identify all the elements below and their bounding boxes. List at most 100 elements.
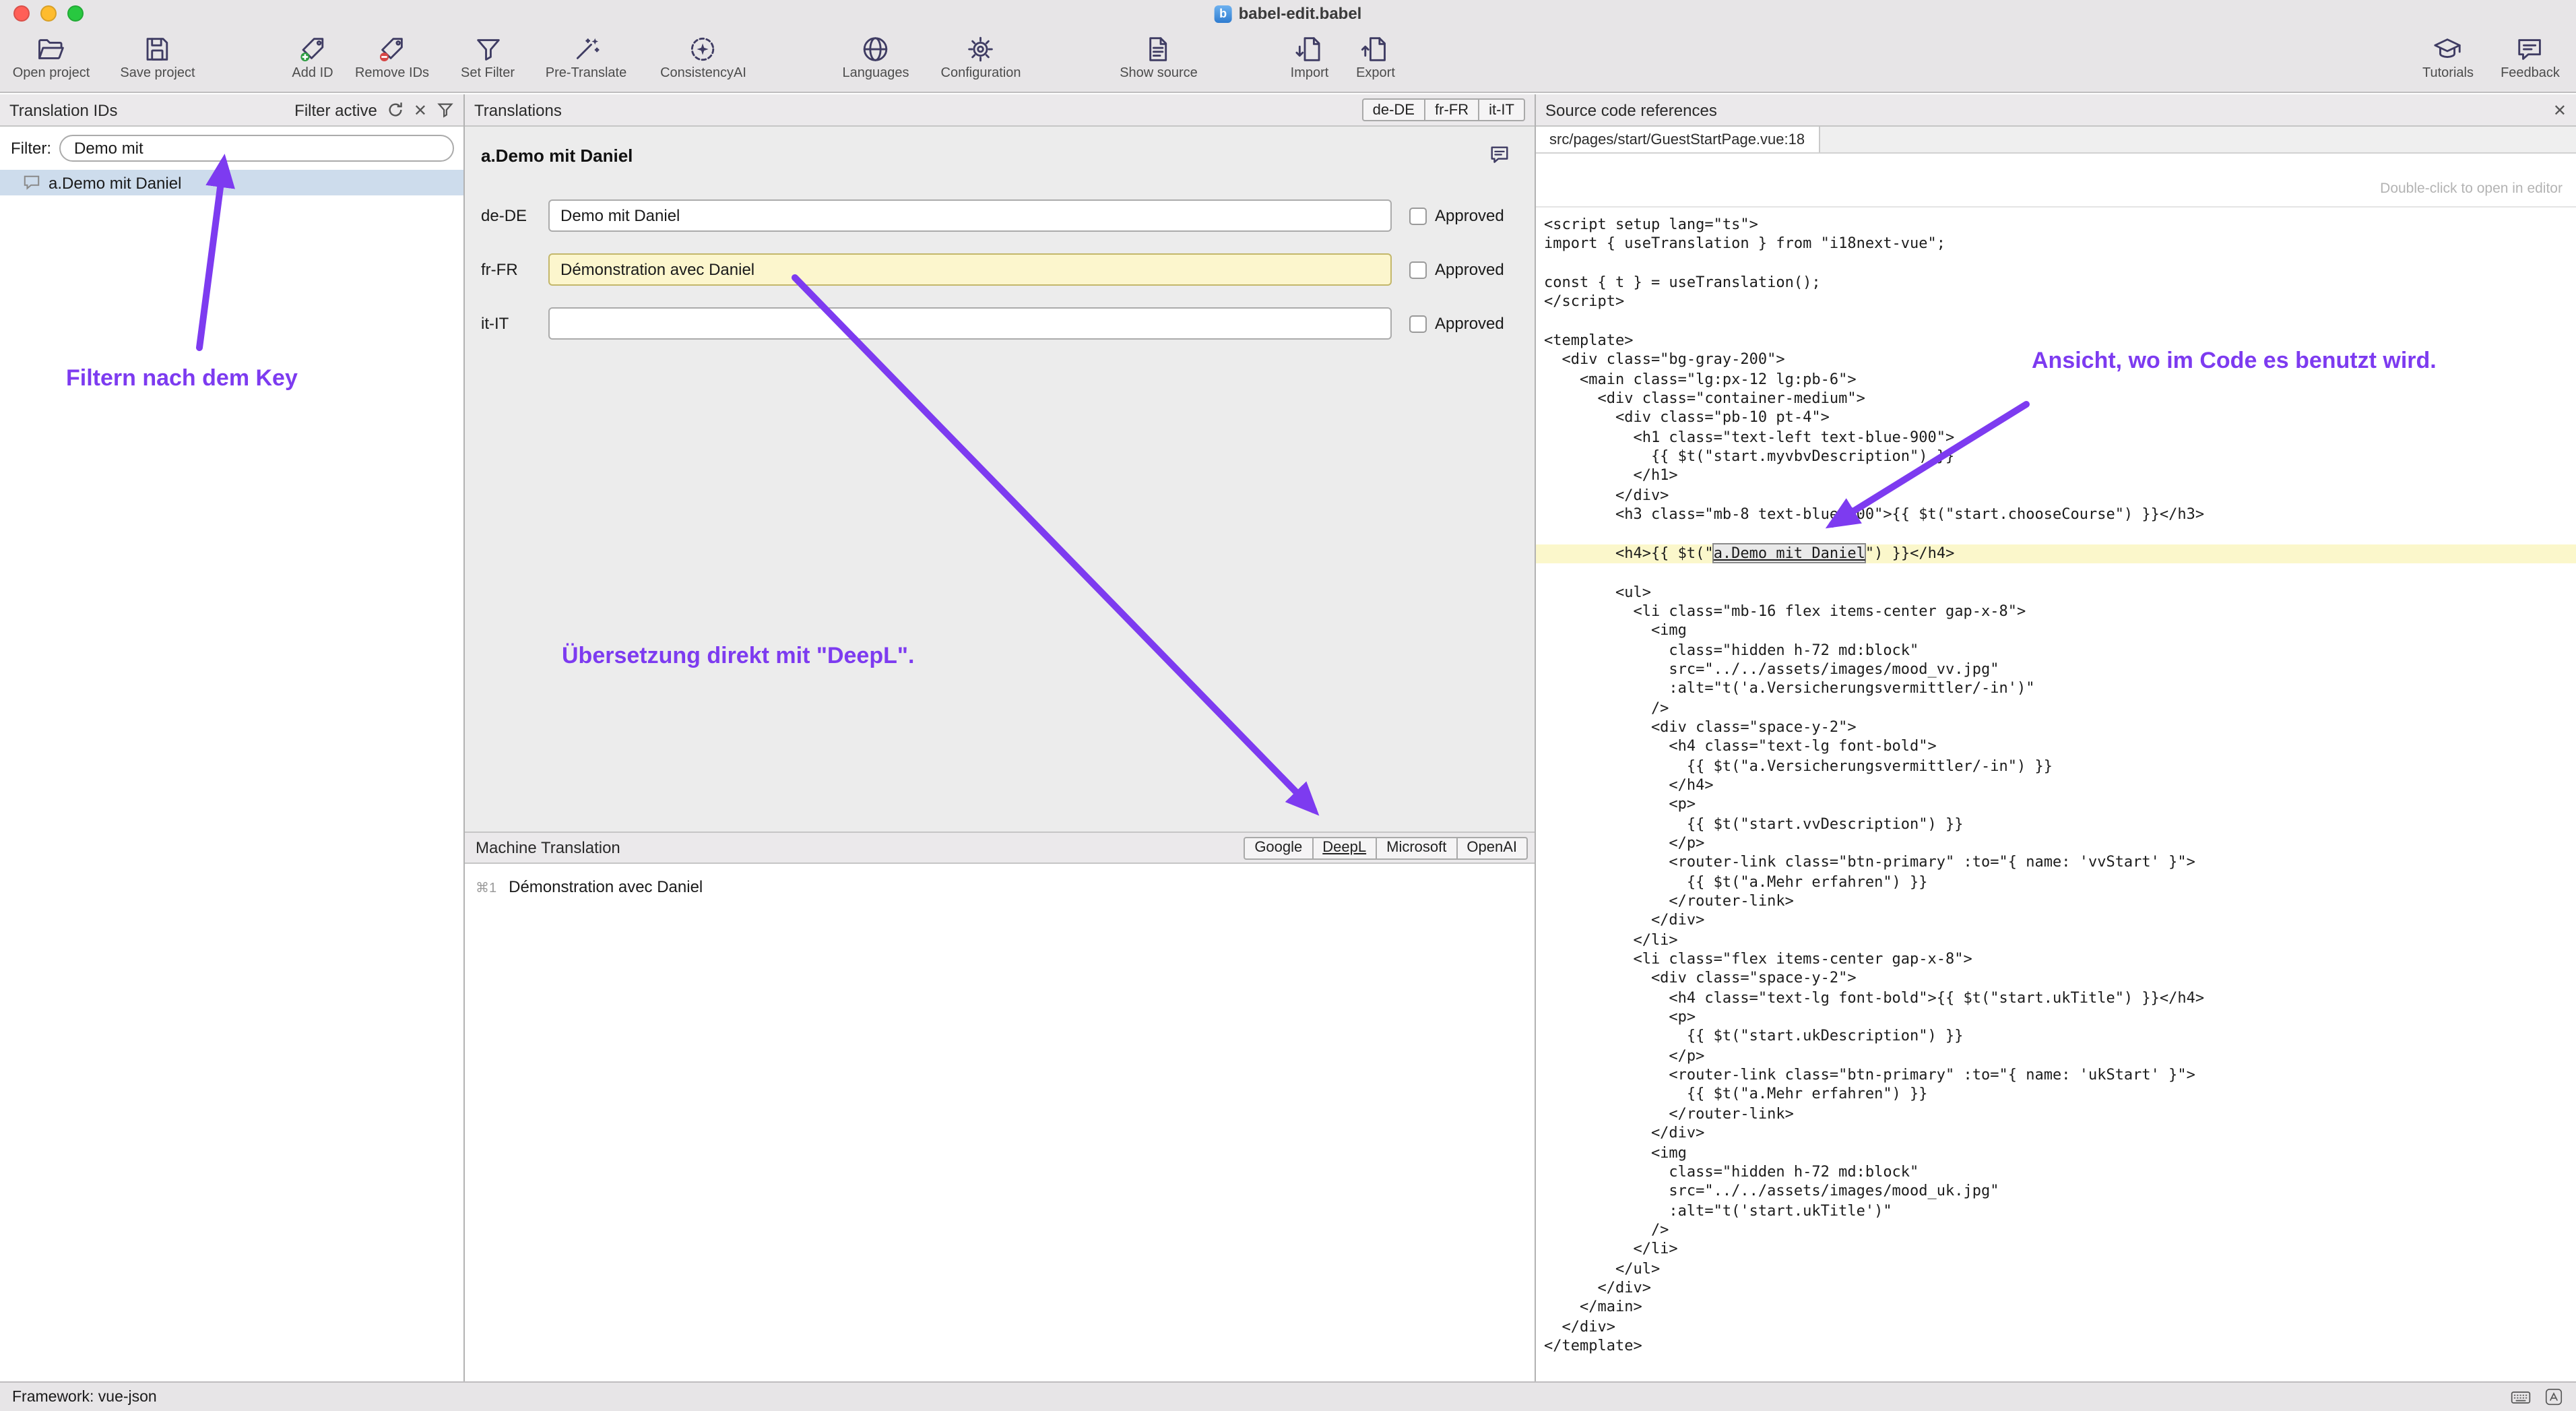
toolbar-label: Show source: [1120, 66, 1198, 81]
zoom-window-button[interactable]: [67, 5, 84, 22]
source-references-header: Source code references ✕: [1536, 94, 2576, 127]
filter-row: Filter:: [11, 135, 454, 162]
filter-active-label: Filter active: [294, 100, 377, 119]
file-reference-bar: src/pages/start/GuestStartPage.vue:18: [1536, 127, 2576, 154]
tag-plus-icon: [297, 34, 328, 65]
export-icon: [1360, 34, 1391, 65]
globe-icon: [860, 34, 891, 65]
annotation-source-note: Ansicht, wo im Code es benutzt wird.: [2032, 348, 2437, 375]
close-window-button[interactable]: [13, 5, 30, 22]
tutorials-button[interactable]: Tutorials: [2422, 34, 2474, 81]
approved-checkbox-fr[interactable]: [1409, 261, 1427, 278]
mt-provider-tabs: Google DeepL Microsoft OpenAI: [1244, 836, 1528, 859]
speech-bubble-icon: [2515, 34, 2546, 65]
entry-title-row: a.Demo mit Daniel: [465, 127, 1535, 166]
translation-input-it[interactable]: [548, 307, 1392, 340]
approved-checkbox-de[interactable]: [1409, 207, 1427, 224]
language-tabs: de-DE fr-FR it-IT: [1362, 98, 1525, 121]
annotation-filter-note: Filtern nach dem Key: [66, 365, 298, 392]
toolbar-label: Add ID: [292, 66, 333, 81]
translations-header: Translations de-DE fr-FR it-IT: [465, 94, 1535, 127]
translations-editor: a.Demo mit Daniel de-DE Approved fr-FR: [465, 127, 1535, 832]
language-tab-it[interactable]: it-IT: [1478, 98, 1525, 121]
app-window: b babel-edit.babel Open project Save pro…: [0, 0, 2576, 1411]
approved-checkbox-it[interactable]: [1409, 315, 1427, 332]
graduation-cap-icon: [2433, 34, 2464, 65]
toolbar-label: ConsistencyAI: [660, 66, 746, 81]
window-title: babel-edit.babel: [1239, 4, 1362, 23]
export-button[interactable]: Export: [1356, 34, 1395, 81]
keyboard-icon[interactable]: [2510, 1386, 2532, 1408]
gear-icon: [965, 34, 996, 65]
consistency-ai-button[interactable]: ConsistencyAI: [660, 34, 746, 81]
toolbar-label: Export: [1356, 66, 1395, 81]
tag-minus-icon: [377, 34, 408, 65]
document-icon: b: [1215, 5, 1232, 22]
sparkle-badge-icon: [688, 34, 719, 65]
toolbar-label: Save project: [120, 66, 195, 81]
id-bubble-icon: [23, 174, 40, 191]
folder-open-icon: [36, 34, 67, 65]
input-source-icon[interactable]: [2544, 1387, 2564, 1407]
open-project-button[interactable]: Open project: [13, 34, 90, 81]
minimize-window-button[interactable]: [40, 5, 57, 22]
configuration-button[interactable]: Configuration: [941, 34, 1021, 81]
mt-provider-microsoft[interactable]: Microsoft: [1376, 836, 1457, 859]
editor-hint: Double-click to open in editor: [2380, 181, 2563, 197]
annotation-deepl-note: Übersetzung direkt mit "DeepL".: [562, 643, 914, 670]
toolbar-label: Tutorials: [2422, 66, 2474, 81]
mt-provider-openai[interactable]: OpenAI: [1456, 836, 1528, 859]
toolbar-label: Pre-Translate: [546, 66, 626, 81]
panel-title: Source code references: [1545, 100, 1717, 119]
highlighted-code-line[interactable]: <h4>{{ $t("a.Demo mit Daniel") }}</h4>: [1536, 544, 2576, 564]
highlighted-translation-key: a.Demo mit Daniel: [1712, 543, 1867, 563]
mt-provider-deepl[interactable]: DeepL: [1312, 836, 1377, 859]
translation-row-de: de-DE Approved: [481, 199, 1535, 232]
comment-icon[interactable]: [1489, 144, 1510, 166]
editor-hint-row: Double-click to open in editor: [1536, 154, 2576, 208]
source-code-view: <script setup lang="ts"> import { useTra…: [1536, 208, 2576, 1381]
mt-suggestion-text: Démonstration avec Daniel: [509, 877, 703, 896]
close-panel-icon[interactable]: ✕: [2553, 102, 2567, 118]
toolbar-label: Feedback: [2501, 66, 2560, 81]
traffic-lights: [13, 5, 84, 22]
save-project-button[interactable]: Save project: [120, 34, 195, 81]
language-label: fr-FR: [481, 260, 548, 279]
translation-row-fr: fr-FR Approved: [481, 253, 1535, 286]
refresh-icon[interactable]: [387, 101, 404, 119]
toolbar: Open project Save project Add ID Remove …: [0, 27, 2576, 93]
mt-suggestion[interactable]: ⌘1 Démonstration avec Daniel: [476, 877, 1535, 896]
mt-provider-google[interactable]: Google: [1244, 836, 1313, 859]
panel-title: Translations: [474, 100, 562, 119]
toolbar-label: Languages: [843, 66, 909, 81]
remove-ids-button[interactable]: Remove IDs: [355, 34, 429, 81]
feedback-button[interactable]: Feedback: [2501, 34, 2560, 81]
panel-title: Translation IDs: [9, 100, 118, 119]
translation-input-de[interactable]: [548, 199, 1392, 232]
language-tab-fr[interactable]: fr-FR: [1424, 98, 1479, 121]
language-tab-de[interactable]: de-DE: [1362, 98, 1425, 121]
code-block-before: <script setup lang="ts"> import { useTra…: [1536, 216, 2576, 544]
code-text: <h4>{{ $t(": [1544, 544, 1714, 562]
filter-menu-icon[interactable]: [437, 101, 454, 119]
toolbar-label: Set Filter: [461, 66, 515, 81]
code-block-after: <ul> <li class="mb-16 flex items-center …: [1536, 563, 2576, 1356]
toolbar-label: Remove IDs: [355, 66, 429, 81]
filter-input[interactable]: [59, 135, 454, 162]
source-references-panel: Source code references ✕ src/pages/start…: [1536, 94, 2576, 1381]
pre-translate-button[interactable]: Pre-Translate: [546, 34, 626, 81]
languages-button[interactable]: Languages: [843, 34, 909, 81]
add-id-button[interactable]: Add ID: [292, 34, 333, 81]
translation-id-item-selected[interactable]: a.Demo mit Daniel: [0, 170, 463, 195]
translation-id-list: a.Demo mit Daniel: [0, 170, 463, 195]
machine-translation-title: Machine Translation: [476, 838, 620, 857]
translation-row-it: it-IT Approved: [481, 307, 1535, 340]
file-reference-tab[interactable]: src/pages/start/GuestStartPage.vue:18: [1536, 127, 1820, 152]
set-filter-button[interactable]: Set Filter: [461, 34, 515, 81]
clear-filter-icon[interactable]: ✕: [414, 102, 427, 118]
import-button[interactable]: Import: [1291, 34, 1329, 81]
funnel-icon: [472, 34, 503, 65]
translation-input-fr[interactable]: [548, 253, 1392, 286]
show-source-button[interactable]: Show source: [1120, 34, 1198, 81]
main-area: Translation IDs Filter active ✕ Filter: …: [0, 94, 2576, 1381]
